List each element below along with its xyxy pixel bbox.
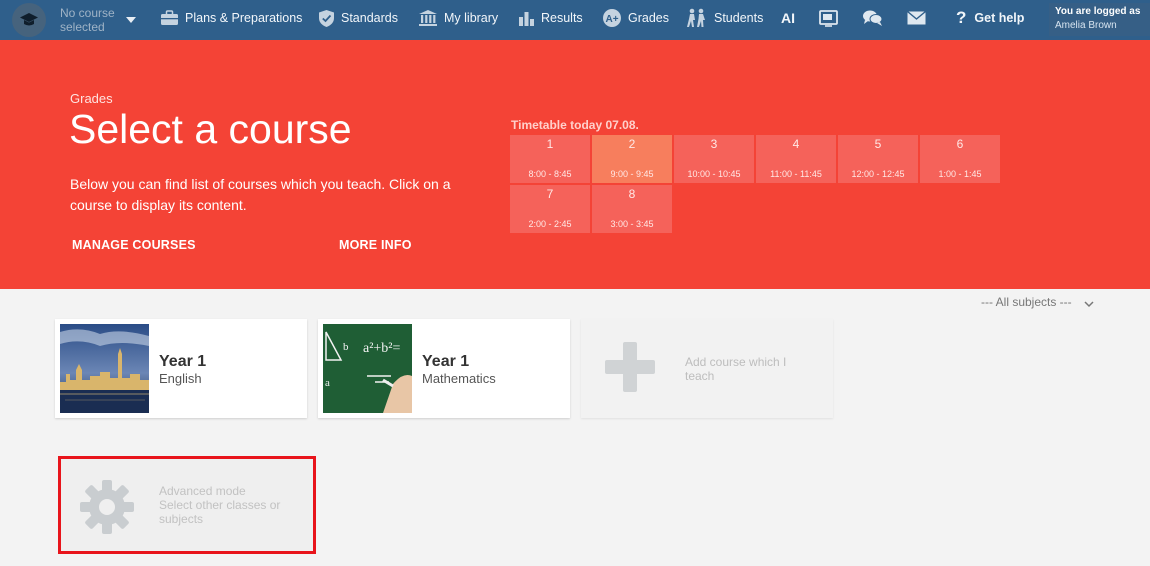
- period-time: 8:00 - 8:45: [528, 169, 572, 179]
- period-time: 2:00 - 2:45: [528, 219, 572, 229]
- plus-icon: [604, 341, 656, 398]
- period-time: 9:00 - 9:45: [610, 169, 654, 179]
- nav-ai[interactable]: AI: [781, 0, 795, 36]
- top-navigation: No course selected Plans & Preparations …: [0, 0, 1150, 40]
- advanced-mode-title: Advanced mode: [159, 484, 246, 498]
- period-number: 8: [628, 187, 636, 201]
- briefcase-icon: [160, 10, 179, 26]
- period-number: 4: [792, 137, 800, 151]
- nav-my-library[interactable]: My library: [418, 0, 498, 36]
- chevron-down-icon: [126, 17, 136, 23]
- course-year: Year 1: [422, 353, 470, 370]
- course-card-mathematics[interactable]: b a²+b²= a Year 1 Mathematics: [318, 319, 570, 418]
- timetable-period[interactable]: 4 11:00 - 11:45: [756, 135, 836, 183]
- course-thumbnail-london: [60, 324, 149, 413]
- period-number: 5: [874, 137, 882, 151]
- subject-filter[interactable]: --- All subjects ---: [981, 295, 1072, 309]
- advanced-mode-text: Advanced mode Select other classes or su…: [159, 484, 299, 526]
- timetable-period[interactable]: 6 1:00 - 1:45: [920, 135, 1000, 183]
- course-year: Year 1: [159, 353, 207, 370]
- svg-text:a: a: [325, 377, 330, 389]
- period-time: 12:00 - 12:45: [851, 169, 905, 179]
- nav-label: Standards: [341, 11, 398, 25]
- page-description: Below you can find list of courses which…: [70, 176, 451, 213]
- nav-results[interactable]: Results: [518, 0, 583, 36]
- timetable-period[interactable]: 1 8:00 - 8:45: [510, 135, 590, 183]
- course-card-english[interactable]: Year 1 English: [55, 319, 307, 418]
- shield-check-icon: [318, 9, 335, 28]
- mail-envelope-icon[interactable]: [906, 8, 926, 28]
- add-course-label: Add course which I teach: [685, 355, 787, 383]
- period-time: 3:00 - 3:45: [610, 219, 654, 229]
- chevron-down-icon[interactable]: [1084, 296, 1094, 308]
- user-name: Amelia Brown: [1055, 20, 1117, 31]
- grades-icon: A+: [602, 8, 622, 28]
- timetable-period[interactable]: 7 2:00 - 2:45: [510, 185, 590, 233]
- library-icon: [418, 9, 438, 27]
- advanced-mode-subtitle: Select other classes or subjects: [159, 498, 281, 526]
- nav-label: Results: [541, 11, 583, 25]
- students-icon: [686, 8, 708, 28]
- nav-label: Students: [714, 11, 764, 25]
- chat-bubbles-icon[interactable]: [861, 8, 883, 28]
- course-subject: English: [159, 371, 202, 386]
- course-selector[interactable]: No course selected: [12, 3, 136, 37]
- bar-chart-icon: [518, 10, 535, 27]
- period-number: 6: [956, 137, 964, 151]
- cast-screen-icon[interactable]: [818, 8, 838, 28]
- timetable-period[interactable]: 3 10:00 - 10:45: [674, 135, 754, 183]
- timetable-period-current[interactable]: 2 9:00 - 9:45: [592, 135, 672, 183]
- period-number: 3: [710, 137, 718, 151]
- course-selector-label: No course selected: [60, 6, 115, 34]
- logged-as-label: You are logged as: [1055, 6, 1141, 17]
- svg-text:A+: A+: [605, 14, 618, 25]
- nav-label: My library: [444, 11, 499, 25]
- manage-courses-link[interactable]: MANAGE COURSES: [72, 238, 196, 252]
- period-number: 2: [628, 137, 636, 151]
- period-time: 1:00 - 1:45: [938, 169, 982, 179]
- advanced-mode-card[interactable]: Advanced mode Select other classes or su…: [58, 456, 316, 554]
- add-course-card[interactable]: Add course which I teach: [581, 319, 833, 418]
- timetable-period[interactable]: 5 12:00 - 12:45: [838, 135, 918, 183]
- period-time: 11:00 - 11:45: [770, 169, 822, 179]
- hero-banner: Grades Select a course Below you can fin…: [0, 40, 1150, 289]
- nav-plans-preparations[interactable]: Plans & Preparations: [160, 0, 302, 36]
- nav-get-help[interactable]: ? Get help: [956, 0, 1024, 36]
- timetable-period[interactable]: 8 3:00 - 3:45: [592, 185, 672, 233]
- graduation-cap-icon: [12, 3, 46, 37]
- breadcrumb: Grades: [70, 91, 113, 106]
- course-subject: Mathematics: [422, 371, 496, 386]
- question-mark-icon: ?: [956, 8, 967, 27]
- nav-label: Get help: [974, 11, 1025, 25]
- svg-text:b: b: [343, 341, 349, 353]
- nav-students[interactable]: Students: [686, 0, 763, 36]
- period-number: 7: [546, 187, 554, 201]
- nav-standards[interactable]: Standards: [318, 0, 398, 36]
- svg-text:a²+b²=: a²+b²=: [363, 341, 401, 356]
- period-number: 1: [546, 137, 554, 151]
- gear-icon: [79, 479, 135, 540]
- nav-label: Plans & Preparations: [185, 11, 303, 25]
- more-info-link[interactable]: MORE INFO: [339, 238, 412, 252]
- page-title: Select a course: [69, 106, 352, 152]
- period-time: 10:00 - 10:45: [687, 169, 741, 179]
- user-login-info[interactable]: You are logged as Amelia Brown: [1049, 3, 1150, 36]
- nav-grades[interactable]: A+ Grades: [602, 0, 669, 36]
- nav-label: Grades: [628, 11, 669, 25]
- course-thumbnail-chalkboard: b a²+b²= a: [323, 324, 412, 413]
- timetable-title: Timetable today 07.08.: [511, 118, 639, 132]
